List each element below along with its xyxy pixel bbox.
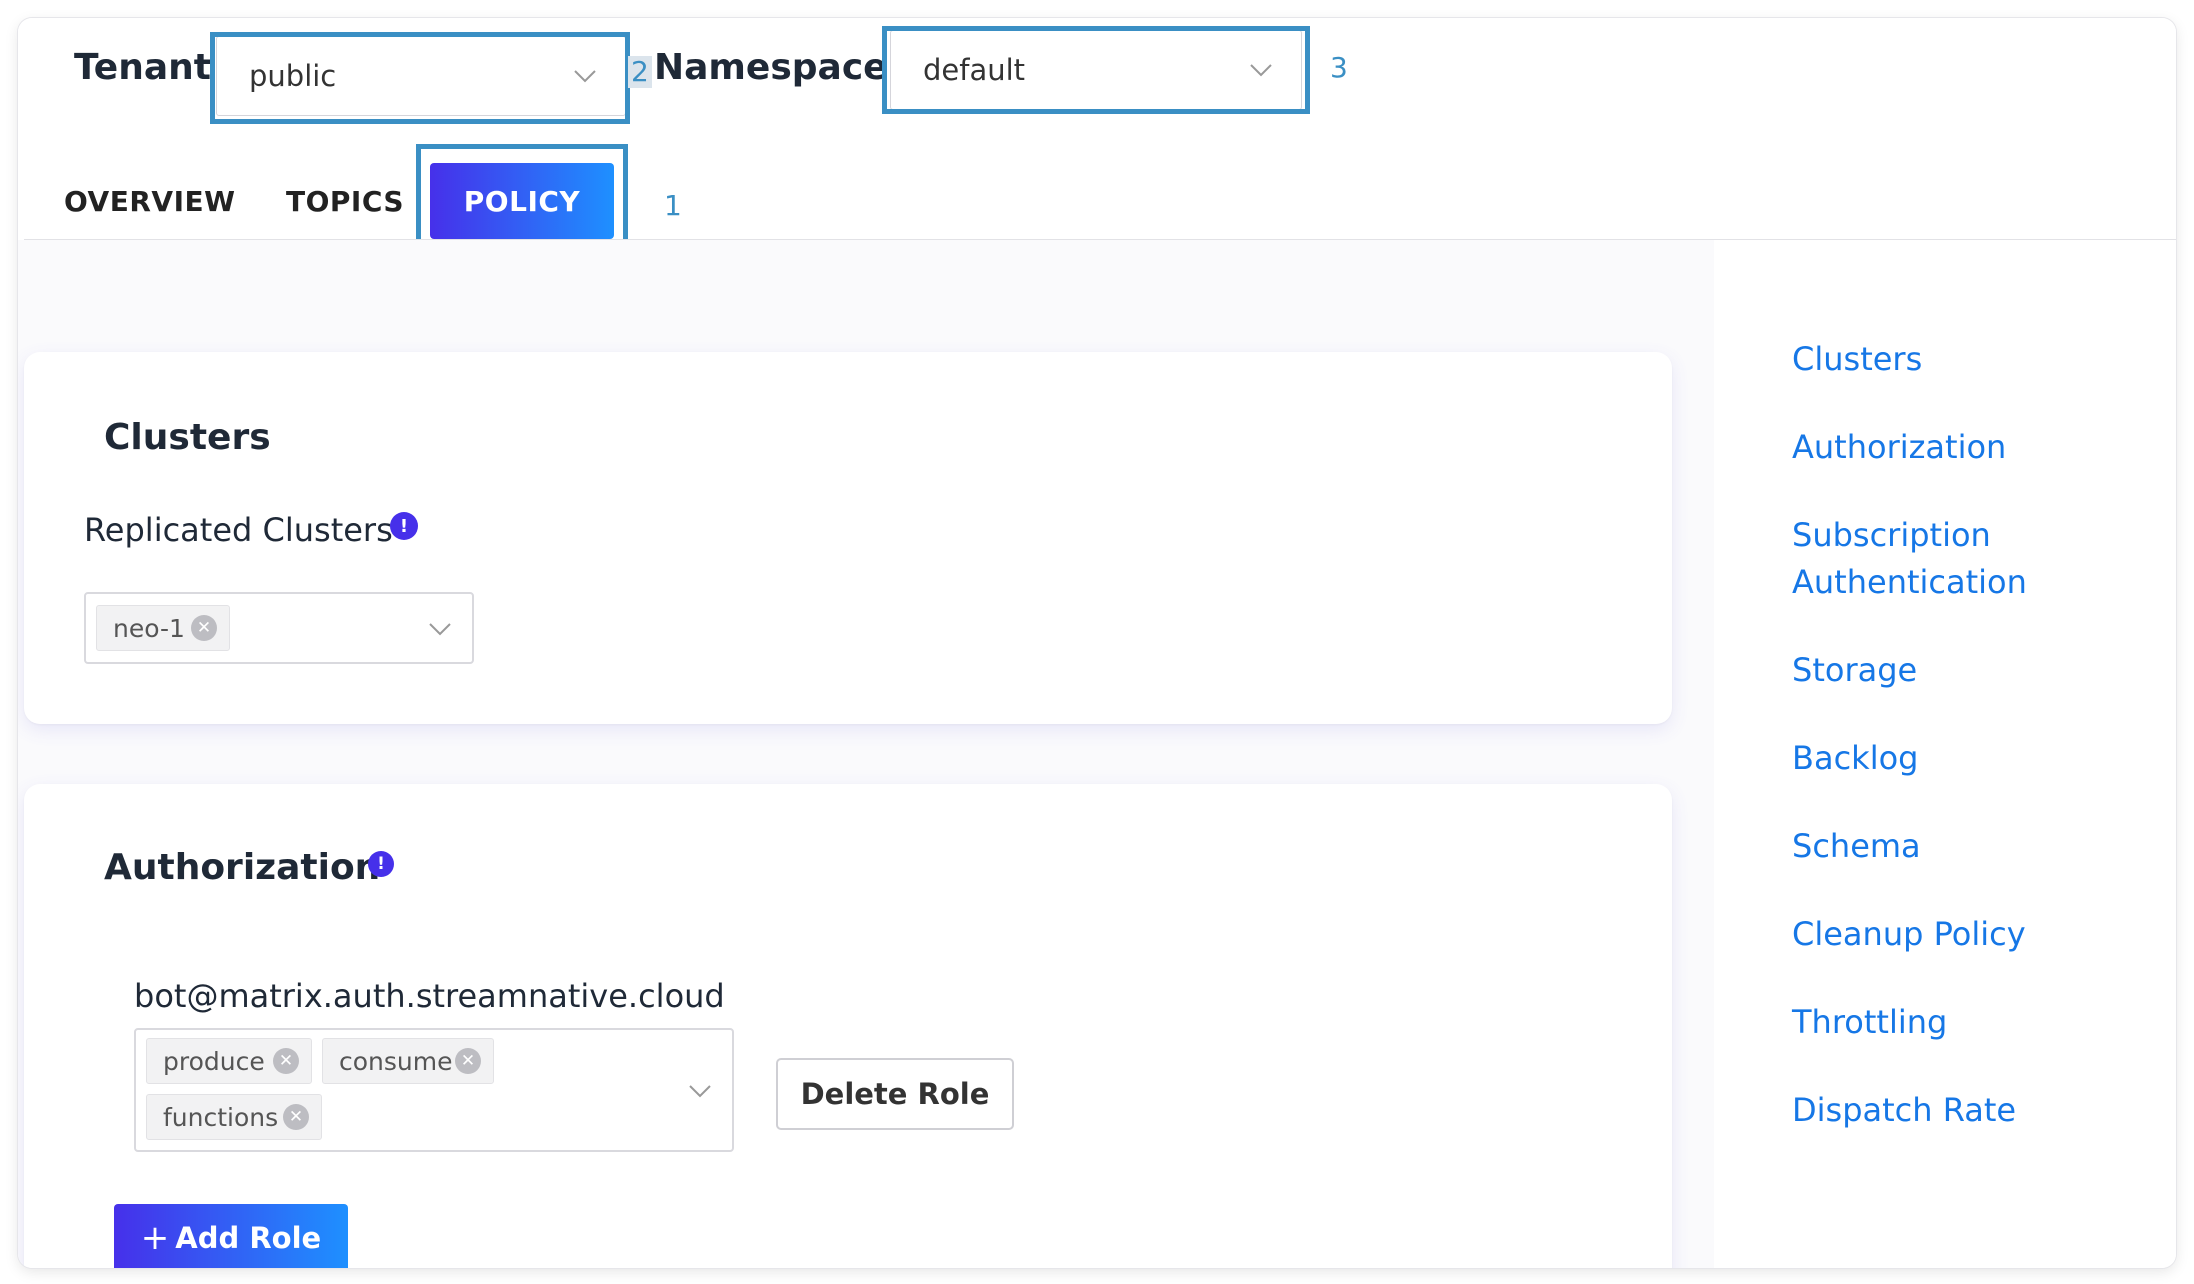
policy-side-nav: Clusters Authorization Subscription Auth… [1714,240,2176,1268]
close-icon[interactable]: ✕ [455,1048,481,1074]
tab-overview[interactable]: OVERVIEW [64,188,236,216]
chevron-down-icon [689,1085,711,1098]
add-role-label: Add Role [175,1221,322,1255]
delete-role-button[interactable]: Delete Role [776,1058,1014,1130]
side-nav-storage[interactable]: Storage [1792,647,1917,694]
side-nav-cleanup-policy[interactable]: Cleanup Policy [1792,911,2026,958]
annotation-marker-3: 3 [1330,51,1348,84]
side-nav-subscription-authentication[interactable]: Subscription Authentication [1792,512,2052,606]
permission-tag: consume ✕ [322,1038,494,1084]
authorization-title: Authorization [104,847,381,888]
permission-tag-label: consume [339,1046,453,1076]
permission-tag: produce ✕ [146,1038,312,1084]
add-role-button[interactable]: + Add Role [114,1204,348,1268]
authorization-card: Authorization ! bot@matrix.auth.streamna… [24,784,1672,1268]
app-window: Tenant public 2 Namespace default 3 OVER… [18,18,2176,1268]
clusters-title: Clusters [104,417,271,458]
info-icon[interactable]: ! [368,851,394,877]
side-nav-throttling[interactable]: Throttling [1792,999,1947,1046]
page-header: Tenant public 2 Namespace default 3 OVER… [18,18,2176,256]
close-icon[interactable]: ✕ [191,615,217,641]
replicated-clusters-label: Replicated Clusters [84,511,393,549]
side-nav-backlog[interactable]: Backlog [1792,735,1918,782]
policy-content: Clusters Replicated Clusters ! neo-1 ✕ A… [18,240,2176,1268]
permission-tag: functions ✕ [146,1094,322,1140]
cluster-tag: neo-1 ✕ [96,605,230,651]
role-permissions-select[interactable]: produce ✕ consume ✕ functions ✕ [134,1028,734,1152]
tab-topics[interactable]: TOPICS [286,188,404,216]
side-nav-schema[interactable]: Schema [1792,823,1921,870]
close-icon[interactable]: ✕ [273,1048,299,1074]
permission-tag-label: functions [163,1102,279,1132]
tenant-label: Tenant [74,47,211,88]
annotation-marker-1: 1 [664,189,682,222]
side-nav-dispatch-rate[interactable]: Dispatch Rate [1792,1087,2016,1134]
close-icon[interactable]: ✕ [283,1104,309,1130]
annotation-marker-2: 2 [628,56,652,88]
side-nav-authorization[interactable]: Authorization [1792,424,2006,471]
chevron-down-icon [429,623,451,636]
permission-tag-label: produce [163,1046,265,1076]
side-nav-clusters[interactable]: Clusters [1792,336,1922,383]
plus-icon: + [140,1218,170,1258]
namespace-label: Namespace [654,47,888,88]
cluster-tag-label: neo-1 [113,613,185,643]
info-icon[interactable]: ! [390,512,418,540]
role-name: bot@matrix.auth.streamnative.cloud [134,977,725,1015]
clusters-card: Clusters Replicated Clusters ! neo-1 ✕ [24,352,1672,724]
replicated-clusters-select[interactable]: neo-1 ✕ [84,592,474,664]
highlight-box-tenant [210,32,630,124]
highlight-box-namespace [882,26,1310,114]
